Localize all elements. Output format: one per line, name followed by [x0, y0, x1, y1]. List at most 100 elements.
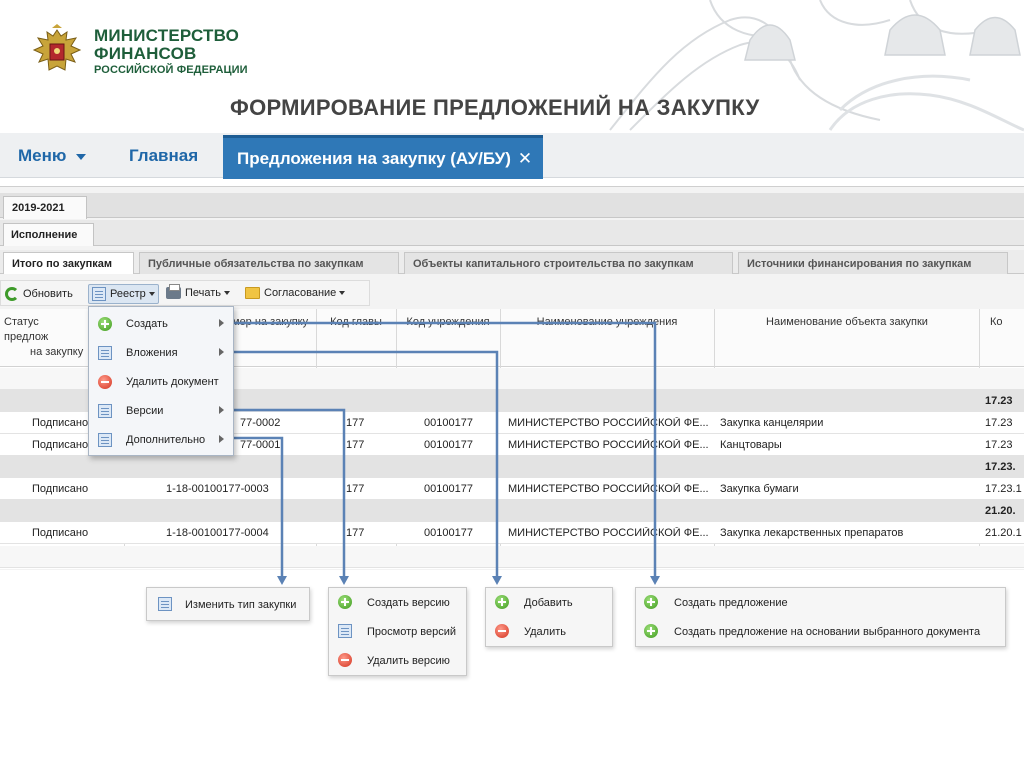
cell-object-name: Закупка канцелярии	[720, 417, 824, 429]
table-row[interactable]: Подписано 1-18-00100177-0003 177 0010017…	[0, 478, 1024, 500]
tab-execution[interactable]: Исполнение	[3, 223, 94, 246]
document-icon	[98, 404, 112, 418]
table-row[interactable]: Подписано 1-18-00100177-0004 177 0010017…	[0, 522, 1024, 544]
subtab-public-obligations[interactable]: Публичные обязательства по закупкам	[139, 252, 399, 274]
column-header-code[interactable]: Ко	[990, 315, 1024, 330]
refresh-icon	[5, 287, 19, 301]
menu-item-attachments-label: Вложения	[126, 347, 178, 359]
menu-item-delete-attachment[interactable]: Удалить	[486, 619, 612, 645]
ministry-name-line3: РОССИЙСКОЙ ФЕДЕРАЦИИ	[94, 63, 248, 76]
add-attachment-label: Добавить	[524, 597, 573, 609]
refresh-button[interactable]: Обновить	[5, 284, 73, 304]
ministry-name-line1: МИНИСТЕРСТВО	[94, 26, 240, 45]
table-row-empty	[0, 546, 1024, 568]
menu-item-versions-label: Версии	[126, 405, 164, 417]
menu-item-attachments[interactable]: Вложения	[89, 339, 234, 367]
menu-item-create-proposal-from-document[interactable]: Создать предложение на основании выбранн…	[636, 619, 1005, 645]
column-header-org-code[interactable]: Код учреждения	[398, 315, 498, 330]
cell-number: 77-0001	[240, 439, 281, 451]
close-icon[interactable]: ✕	[518, 149, 532, 168]
menu-item-change-procurement-type[interactable]: Изменить тип закупки	[147, 592, 309, 618]
cell-org-name: МИНИСТЕРСТВО РОССИЙСКОЙ ФЕ...	[508, 483, 709, 495]
print-button[interactable]: Печать	[166, 284, 231, 304]
arrowhead-icon	[277, 576, 287, 585]
approval-label: Согласование	[264, 287, 337, 299]
ministry-name-line2: ФИНАНСОВ	[94, 43, 197, 63]
menu-item-create-version[interactable]: Создать версию	[329, 590, 466, 616]
tab-year[interactable]: 2019-2021	[3, 196, 87, 219]
ministry-name: МИНИСТЕРСТВО ФИНАНСОВ РОССИЙСКОЙ ФЕДЕРАЦ…	[94, 27, 248, 76]
cell-status: Подписано	[32, 417, 89, 429]
column-header-status[interactable]: Статус предлож на закупку	[4, 315, 84, 360]
subtab-capital-objects[interactable]: Объекты капитального строительства по за…	[404, 252, 733, 274]
print-label: Печать	[185, 287, 222, 299]
cell-code: 21.20.1	[985, 527, 1022, 539]
cell-org-name: МИНИСТЕРСТВО РОССИЙСКОЙ ФЕ...	[508, 417, 709, 429]
cell-code: 17.23	[985, 439, 1013, 451]
double-headed-eagle-icon	[30, 24, 84, 80]
menu-item-add-attachment[interactable]: Добавить	[486, 590, 612, 616]
cell-org-code: 00100177	[424, 527, 473, 539]
main-menu-button[interactable]: Меню	[18, 146, 87, 166]
printer-icon	[166, 284, 181, 300]
delete-attachment-label: Удалить	[524, 626, 566, 638]
column-header-org-name[interactable]: Наименование учреждения	[500, 315, 714, 330]
cell-object-name: Канцтовары	[720, 439, 782, 451]
cell-org-name: МИНИСТЕРСТВО РОССИЙСКОЙ ФЕ...	[508, 527, 709, 539]
group-code: 21.20.	[985, 505, 1016, 517]
cell-object-name: Закупка лекарственных препаратов	[720, 527, 904, 539]
cell-number: 1-18-00100177-0004	[166, 527, 269, 539]
main-menu-label: Меню	[18, 146, 67, 165]
cell-status: Подписано	[32, 439, 89, 451]
menu-item-extra[interactable]: Дополнительно	[89, 426, 234, 454]
delete-icon	[338, 653, 352, 667]
menu-item-delete-version[interactable]: Удалить версию	[329, 648, 466, 674]
menu-item-create[interactable]: Создать	[89, 310, 234, 338]
cell-status: Подписано	[32, 483, 89, 495]
registry-icon	[92, 287, 106, 301]
delete-version-label: Удалить версию	[367, 655, 450, 667]
home-link[interactable]: Главная	[129, 146, 198, 166]
delete-icon	[98, 375, 112, 389]
create-from-document-label: Создать предложение на основании выбранн…	[674, 626, 981, 638]
registry-button[interactable]: Реестр	[88, 284, 159, 304]
tab-procurement-proposals[interactable]: Предложения на закупку (АУ/БУ) ✕	[223, 135, 543, 179]
add-icon	[644, 595, 658, 609]
table-group-row[interactable]: 21.20.	[0, 500, 1024, 522]
add-icon	[98, 317, 112, 331]
column-header-object-name[interactable]: Наименование объекта закупки	[716, 315, 978, 330]
subtab-funding-sources[interactable]: Источники финансирования по закупкам	[738, 252, 1008, 274]
menu-item-create-label: Создать	[126, 318, 168, 330]
registry-dropdown-menu: Создать Вложения Удалить документ Версии…	[88, 306, 234, 456]
column-header-chapter-code[interactable]: Код главы	[318, 315, 394, 330]
chevron-right-icon	[219, 435, 224, 443]
refresh-label: Обновить	[23, 287, 73, 300]
group-code: 17.23.	[985, 461, 1016, 473]
menu-item-extra-label: Дополнительно	[126, 434, 206, 446]
view-versions-label: Просмотр версий	[367, 626, 457, 638]
menu-item-view-versions[interactable]: Просмотр версий	[329, 619, 466, 645]
chevron-down-icon	[224, 291, 231, 296]
delete-icon	[495, 624, 509, 638]
cell-org-code: 00100177	[424, 483, 473, 495]
menu-item-create-proposal[interactable]: Создать предложение	[636, 590, 1005, 616]
column-header-status-line1: Статус предлож	[4, 316, 49, 343]
popup-extra: Изменить тип закупки	[146, 587, 310, 621]
table-group-row[interactable]: 17.23.	[0, 456, 1024, 478]
add-icon	[644, 624, 658, 638]
chevron-right-icon	[219, 348, 224, 356]
column-header-number[interactable]: мер на закупку	[232, 315, 314, 330]
year-tabstrip	[0, 193, 1024, 218]
approval-button[interactable]: Согласование	[245, 284, 346, 304]
popup-create: Создать предложение Создать предложение …	[635, 587, 1006, 647]
document-icon	[338, 624, 352, 638]
cell-org-code: 00100177	[424, 417, 473, 429]
arrowhead-icon	[492, 576, 502, 585]
menu-item-delete-document[interactable]: Удалить документ	[89, 368, 234, 396]
cell-code: 17.23.1	[985, 483, 1022, 495]
page-header: МИНИСТЕРСТВО ФИНАНСОВ РОССИЙСКОЙ ФЕДЕРАЦ…	[0, 0, 1024, 132]
arrowhead-icon	[339, 576, 349, 585]
document-icon	[158, 597, 172, 611]
menu-item-versions[interactable]: Версии	[89, 397, 234, 425]
subtab-total[interactable]: Итого по закупкам	[3, 252, 134, 274]
